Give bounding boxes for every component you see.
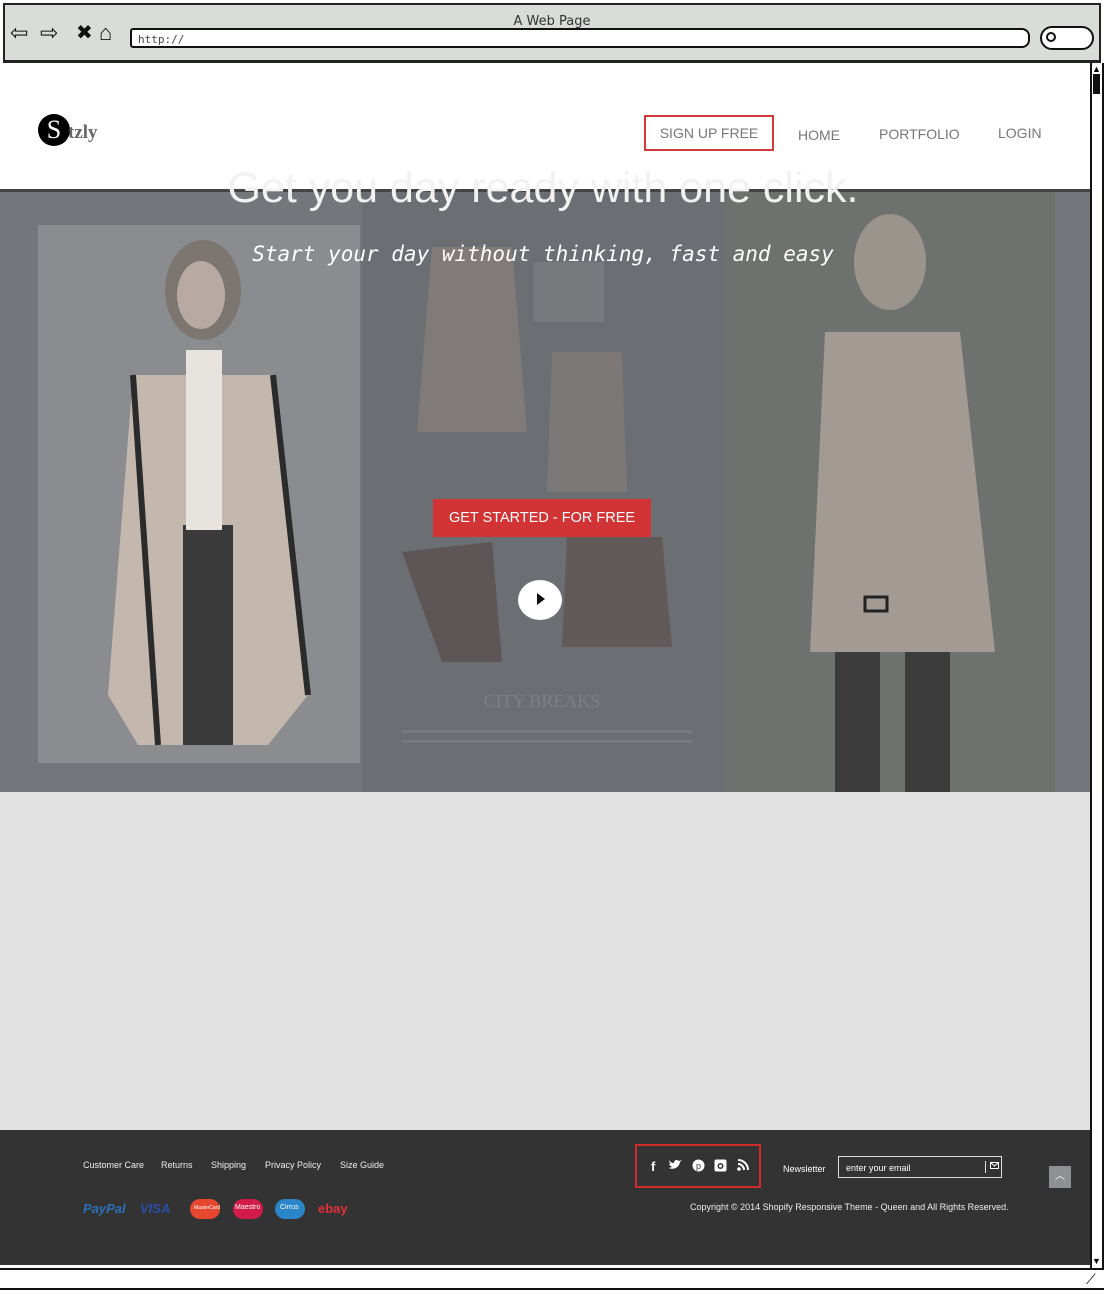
hero-subtitle: Start your day without thinking, fast an… [252,242,834,266]
hero-title: Get you day ready with one click. [227,164,859,212]
status-bar [0,1268,1104,1290]
close-icon[interactable]: ✖ [76,22,93,44]
payment-maestro: Maestro [233,1199,263,1219]
url-text: http:// [138,33,185,46]
browser-search-button[interactable] [1040,26,1094,50]
play-video-button[interactable] [518,580,562,620]
site-footer: Customer Care Returns Shipping Privacy P… [0,1130,1090,1265]
cirrus-label: Cirrus [280,1204,299,1211]
pinterest-icon[interactable]: p [692,1159,705,1175]
footer-link-returns[interactable]: Returns [161,1160,193,1170]
newsletter-submit-button[interactable] [985,1161,999,1173]
back-arrow-icon[interactable]: ⇦ [10,22,28,44]
hero-image-right [725,192,1055,792]
play-icon [537,593,545,605]
payment-ebay: ebay [318,1201,348,1216]
vertical-scrollbar[interactable] [1090,63,1104,1268]
payment-visa: VISA [140,1201,171,1216]
newsletter-email-input[interactable]: enter your email [838,1156,1002,1178]
resize-handle-icon[interactable]: ⟋ [1086,1271,1096,1288]
footer-link-size-guide[interactable]: Size Guide [340,1160,384,1170]
maestro-label: Maestro [235,1204,261,1211]
forward-arrow-icon[interactable]: ⇨ [40,22,58,44]
instagram-icon[interactable] [714,1159,727,1175]
model-figure-left [108,240,311,746]
hero-image-middle: CITY BREAKS [362,192,725,792]
newsletter-label: Newsletter [783,1164,826,1174]
scroll-up-icon[interactable]: ▲ [1092,64,1101,74]
home-icon[interactable]: ⌂ [99,22,112,44]
newsletter-placeholder: enter your email [846,1163,911,1173]
copyright-text: Copyright © 2014 Shopify Responsive Them… [690,1202,1009,1212]
footer-link-privacy-policy[interactable]: Privacy Policy [265,1160,321,1170]
window-title: A Web Page [513,14,591,29]
payment-mastercard: MasterCard [190,1199,220,1219]
footer-link-shipping[interactable]: Shipping [211,1160,246,1170]
scroll-thumb[interactable] [1093,74,1100,94]
get-started-button[interactable]: GET STARTED - FOR FREE [433,499,651,537]
rss-icon[interactable] [737,1159,749,1174]
payment-paypal: PayPal [83,1201,126,1216]
chevron-up-icon: ︿ [1055,1171,1065,1182]
nav-home[interactable]: HOME [798,127,840,143]
hero-banner: CITY BREAKS [0,192,1090,792]
scroll-down-icon[interactable]: ▼ [1092,1256,1101,1266]
main-content-area [0,792,1090,1130]
payment-cirrus: Cirrus [275,1199,305,1219]
svg-text:p: p [696,1161,701,1171]
search-icon [1046,32,1056,42]
nav-portfolio[interactable]: PORTFOLIO [879,126,960,142]
facebook-icon[interactable]: f [651,1159,655,1174]
hero-image-left [38,225,360,763]
background-caption: CITY BREAKS [484,691,601,711]
logo-mark[interactable]: S [38,114,70,146]
envelope-icon [990,1162,999,1169]
url-bar[interactable]: http:// [130,28,1030,48]
signup-button[interactable]: SIGN UP FREE [644,115,774,151]
mastercard-label: MasterCard [194,1205,221,1211]
model-figure-right [725,192,1055,792]
clothing-collage: CITY BREAKS [402,247,692,743]
logo-text[interactable]: tzly [68,122,98,144]
footer-link-customer-care[interactable]: Customer Care [83,1160,144,1170]
back-to-top-button[interactable]: ︿ [1049,1166,1071,1188]
nav-login[interactable]: LOGIN [998,125,1042,141]
twitter-icon[interactable] [668,1159,682,1174]
